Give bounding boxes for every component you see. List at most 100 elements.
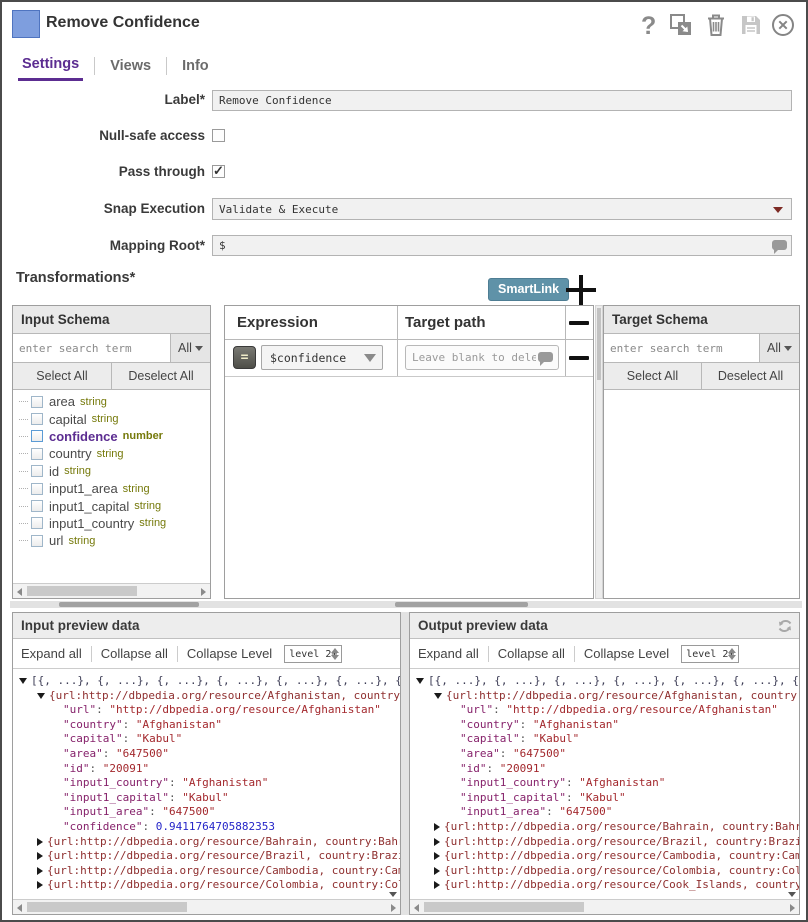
expand-toggle-icon[interactable] <box>434 867 440 875</box>
close-icon[interactable] <box>770 12 796 38</box>
preview-line: "capital": "Kabul" <box>13 732 400 747</box>
expand-all-button[interactable]: Expand all <box>21 646 82 661</box>
splitter-handle[interactable] <box>59 602 199 607</box>
vertical-scrollbar[interactable] <box>595 305 603 599</box>
preview-splitter[interactable] <box>401 612 409 915</box>
smartlink-button[interactable]: SmartLink <box>488 278 569 301</box>
scroll-right-icon[interactable] <box>391 904 396 912</box>
expand-toggle-icon[interactable] <box>37 838 43 846</box>
input-schema-search-input[interactable] <box>13 334 171 362</box>
expand-toggle-icon[interactable] <box>434 852 440 860</box>
expression-dropdown[interactable]: $confidence <box>261 345 383 370</box>
horizontal-splitter[interactable] <box>10 601 802 608</box>
tab-settings[interactable]: Settings <box>18 54 83 81</box>
scrollbar-thumb[interactable] <box>597 308 601 380</box>
collapse-toggle-icon[interactable] <box>434 693 442 699</box>
collapse-toggle-icon[interactable] <box>19 678 27 684</box>
expand-toggle-icon[interactable] <box>434 823 440 831</box>
expand-toggle-icon[interactable] <box>434 881 440 889</box>
schema-item-checkbox[interactable] <box>31 396 43 408</box>
mapping-root-input[interactable] <box>212 235 792 256</box>
collapse-toggle-icon[interactable] <box>37 693 45 699</box>
expand-toggle-icon[interactable] <box>37 881 43 889</box>
export-icon[interactable] <box>668 12 694 38</box>
schema-item-checkbox[interactable] <box>31 483 43 495</box>
trash-icon[interactable] <box>703 12 729 38</box>
expand-toggle-icon[interactable] <box>434 838 440 846</box>
collapse-all-button[interactable]: Collapse all <box>101 646 168 661</box>
level-spinner[interactable]: level 2+ <box>681 645 739 663</box>
target-schema-filter-dropdown[interactable]: All <box>760 334 799 362</box>
remove-row-button[interactable] <box>569 321 589 325</box>
json-colon: : <box>169 776 182 789</box>
deselect-all-button[interactable]: Deselect All <box>702 363 799 389</box>
spinner-up-icon[interactable] <box>728 648 736 653</box>
scroll-left-icon[interactable] <box>17 588 22 596</box>
scroll-down-icon[interactable] <box>389 892 397 897</box>
select-all-button[interactable]: Select All <box>13 363 112 389</box>
horizontal-scrollbar[interactable] <box>410 899 799 914</box>
scrollbar-thumb[interactable] <box>424 902 584 912</box>
scroll-left-icon[interactable] <box>17 904 22 912</box>
level-spinner[interactable]: level 2+ <box>284 645 342 663</box>
expression-column-header: Expression <box>237 306 318 339</box>
spinner-down-icon[interactable] <box>331 655 339 660</box>
json-key: "url" <box>63 703 96 716</box>
schema-item-type: string <box>134 500 161 512</box>
expand-toggle-icon[interactable] <box>37 867 43 875</box>
horizontal-scrollbar[interactable] <box>13 583 210 598</box>
refresh-icon[interactable] <box>777 617 793 633</box>
input-schema-filter-dropdown[interactable]: All <box>171 334 210 362</box>
schema-item-type: string <box>123 483 150 495</box>
collapse-level-button[interactable]: Collapse Level <box>584 646 669 661</box>
schema-item-checkbox[interactable] <box>31 500 43 512</box>
tree-guide <box>19 453 28 454</box>
null-safe-checkbox[interactable] <box>212 129 225 142</box>
scroll-right-icon[interactable] <box>790 904 795 912</box>
expand-all-button[interactable]: Expand all <box>418 646 479 661</box>
spinner-up-icon[interactable] <box>331 648 339 653</box>
schema-item-checkbox[interactable] <box>31 413 43 425</box>
json-value: "Afghanistan" <box>136 718 222 731</box>
pass-through-checkbox[interactable] <box>212 165 225 178</box>
comment-bubble-icon[interactable] <box>538 352 553 362</box>
spinner-down-icon[interactable] <box>728 655 736 660</box>
scroll-right-icon[interactable] <box>201 588 206 596</box>
schema-item-name: area <box>49 394 75 409</box>
scroll-left-icon[interactable] <box>414 904 419 912</box>
snap-execution-select[interactable]: Validate & Execute <box>212 198 792 220</box>
equals-operator-button[interactable]: = <box>233 346 256 369</box>
tab-info[interactable]: Info <box>178 56 213 80</box>
preview-line: {url:http://dbpedia.org/resource/Cambodi… <box>410 849 799 864</box>
remove-row-button[interactable] <box>569 356 589 360</box>
add-row-plus-icon[interactable] <box>566 274 596 306</box>
schema-item-checkbox[interactable] <box>31 448 43 460</box>
target-path-input[interactable]: Leave blank to delete <box>405 345 559 370</box>
schema-item-checkbox[interactable] <box>31 517 43 529</box>
expand-toggle-icon[interactable] <box>37 852 43 860</box>
scroll-down-icon[interactable] <box>788 892 796 897</box>
scrollbar-thumb[interactable] <box>27 902 187 912</box>
collapse-all-button[interactable]: Collapse all <box>498 646 565 661</box>
label-field-label: Label* <box>10 92 205 107</box>
select-all-button[interactable]: Select All <box>604 363 702 389</box>
target-path-column-header: Target path <box>405 306 486 339</box>
schema-item-checkbox[interactable] <box>31 430 43 442</box>
collapse-toggle-icon[interactable] <box>416 678 424 684</box>
horizontal-scrollbar[interactable] <box>13 899 400 914</box>
target-schema-search-input[interactable] <box>604 334 760 362</box>
schema-item-checkbox[interactable] <box>31 465 43 477</box>
splitter-handle[interactable] <box>395 602 528 607</box>
label-input[interactable] <box>212 90 792 111</box>
json-key: "url" <box>460 703 493 716</box>
scrollbar-thumb[interactable] <box>27 586 137 596</box>
json-summary: {url:http://dbpedia.org/resource/Afghani… <box>49 689 400 702</box>
schema-item-input1_area: input1_areastring <box>13 480 210 497</box>
schema-item-checkbox[interactable] <box>31 535 43 547</box>
tab-views[interactable]: Views <box>106 56 155 80</box>
deselect-all-button[interactable]: Deselect All <box>112 363 210 389</box>
collapse-level-button[interactable]: Collapse Level <box>187 646 272 661</box>
comment-bubble-icon[interactable] <box>772 240 787 250</box>
help-icon[interactable]: ? <box>634 12 660 38</box>
preview-line: "input1_area": "647500" <box>410 805 799 820</box>
